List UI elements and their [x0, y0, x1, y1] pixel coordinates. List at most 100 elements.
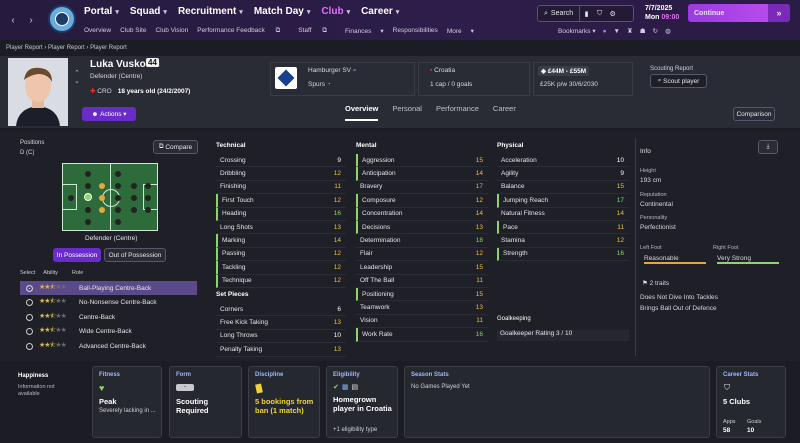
- chat-icon[interactable]: ●: [603, 28, 607, 35]
- submenu-overview[interactable]: Overview: [84, 27, 111, 35]
- attribute-row[interactable]: Technique 12: [216, 274, 346, 288]
- role-row[interactable]: ★★⯪★★ Wide Centre-Back: [20, 325, 197, 339]
- role-radio[interactable]: [26, 284, 33, 292]
- attribute-row[interactable]: Crossing 9: [216, 154, 346, 168]
- crumb-2[interactable]: Player Report: [48, 45, 85, 51]
- attribute-row[interactable]: Tackling 12: [216, 261, 346, 275]
- forward-arrow-icon[interactable]: ›: [24, 10, 38, 30]
- traits-count[interactable]: ⚑ 2 traits: [642, 279, 669, 287]
- crumb-1[interactable]: Player Report: [6, 45, 43, 51]
- attribute-row[interactable]: Aggression 15: [356, 154, 488, 168]
- attribute-row[interactable]: Decisions 13: [356, 221, 488, 235]
- role-radio[interactable]: [26, 299, 33, 306]
- attribute-row[interactable]: Work Rate 16: [356, 328, 488, 342]
- menu-club[interactable]: Club ▾: [321, 6, 350, 17]
- menu-career[interactable]: Career ▾: [361, 6, 399, 17]
- attribute-row[interactable]: Balance 15: [497, 181, 629, 195]
- club-badge-icon[interactable]: [275, 67, 297, 89]
- attribute-row[interactable]: Agility 9: [497, 167, 629, 181]
- role-row[interactable]: ★★⯪★★ No-Nonsense Centre-Back: [20, 296, 197, 310]
- club-logo[interactable]: [48, 5, 76, 33]
- gear-icon[interactable]: ⚙: [606, 10, 619, 18]
- menu-portal[interactable]: Portal ▾: [84, 6, 119, 17]
- compare-button[interactable]: ⧉ Compare: [153, 140, 198, 154]
- attribute-row[interactable]: Dribbling 12: [216, 167, 346, 181]
- attribute-row[interactable]: Positioning 15: [356, 288, 488, 302]
- club-name[interactable]: Hamburger SV ⌕: [308, 67, 356, 75]
- attribute-row[interactable]: Strength 16: [497, 247, 629, 262]
- attribute-row[interactable]: Corners 6: [216, 303, 346, 317]
- submenu-responsibilities[interactable]: Responsibilities: [393, 27, 438, 35]
- attribute-row[interactable]: Anticipation 14: [356, 167, 488, 181]
- attribute-row[interactable]: Off The Ball 11: [356, 275, 488, 288]
- submenu-club-site[interactable]: Club Site: [120, 27, 146, 35]
- submenu-performance-feedback[interactable]: Performance Feedback ⧉: [197, 27, 289, 35]
- nation[interactable]: ▪ Croatia: [430, 67, 455, 74]
- career-stats-card[interactable]: Career Stats ⛉ 5 Clubs Apps Goals 58 10: [716, 366, 786, 438]
- attribute-row[interactable]: Composure 12: [356, 194, 488, 208]
- role-row[interactable]: ★★⯪★★ Advanced Centre-Back: [20, 339, 197, 353]
- submenu-more[interactable]: More ▾: [447, 27, 474, 35]
- submenu-staff[interactable]: Staff ⧉: [298, 27, 336, 35]
- attribute-row[interactable]: Acceleration 10: [497, 154, 629, 168]
- menu-squad[interactable]: Squad ▾: [130, 6, 167, 17]
- submenu-club-vision[interactable]: Club Vision: [155, 27, 188, 35]
- tab-overview[interactable]: Overview: [345, 104, 379, 121]
- eligibility-card[interactable]: Eligibility ✔ ▦ ▤ Homegrown player in Croa…: [326, 366, 398, 438]
- attribute-row[interactable]: Finishing 11: [216, 181, 346, 195]
- attribute-row[interactable]: Long Shots 13: [216, 221, 346, 235]
- role-radio[interactable]: [26, 313, 33, 321]
- tab-career[interactable]: Career: [493, 104, 516, 121]
- attribute-row[interactable]: Bravery 17: [356, 181, 488, 195]
- attribute-row[interactable]: Passing 12: [216, 247, 346, 262]
- submenu-finances[interactable]: Finances ▾: [345, 27, 384, 35]
- attribute-row[interactable]: Free Kick Taking 13: [216, 316, 346, 330]
- attribute-row[interactable]: Leadership 15: [356, 261, 488, 275]
- scout-player-button[interactable]: ⌕ Scout player: [650, 74, 707, 88]
- tab-performance[interactable]: Performance: [436, 104, 479, 121]
- transfer-value[interactable]: ◈ £44M - £55M: [538, 66, 590, 76]
- comparison-button[interactable]: Comparison: [733, 107, 775, 121]
- season-stats-card[interactable]: Season Stats No Games Played Yet: [404, 366, 710, 438]
- attribute-row[interactable]: Natural Fitness 14: [497, 208, 629, 221]
- tab-personal[interactable]: Personal: [392, 104, 422, 121]
- attribute-row[interactable]: Teamwork 13: [356, 301, 488, 315]
- attribute-row[interactable]: Pace 11: [497, 221, 629, 235]
- continue-button[interactable]: Continue »: [688, 4, 790, 22]
- attribute-row[interactable]: Penalty Taking 13: [216, 343, 346, 357]
- role-radio[interactable]: [26, 342, 33, 350]
- form-card[interactable]: Form - Scouting Required: [169, 366, 242, 438]
- attribute-row[interactable]: Stamina 12: [497, 234, 629, 248]
- fitness-card[interactable]: Fitness ♥ Peak Severely lacking in ...: [92, 366, 162, 438]
- role-row[interactable]: ★★⯪★★ Centre-Back: [20, 310, 197, 324]
- attribute-row[interactable]: Marking 14: [216, 234, 346, 248]
- out-of-possession-toggle[interactable]: Out of Possession: [104, 248, 166, 262]
- player-switch-arrows[interactable]: ⌃ ⌄: [74, 70, 80, 86]
- discipline-card[interactable]: Discipline 5 bookings from ban (1 match): [248, 366, 320, 438]
- role-row[interactable]: ★★⯪★★ Ball-Playing Centre-Back: [20, 281, 197, 295]
- attribute-row[interactable]: Flair 12: [356, 248, 488, 262]
- loan-club[interactable]: Spurs ◔: [308, 81, 331, 88]
- globe-icon[interactable]: ◍: [665, 27, 671, 35]
- trophy-icon[interactable]: ♜: [627, 27, 633, 35]
- in-possession-toggle[interactable]: In Possession: [53, 248, 101, 262]
- menu-recruitment[interactable]: Recruitment ▾: [178, 6, 243, 17]
- download-icon[interactable]: ⤓: [758, 140, 778, 154]
- attribute-row[interactable]: First Touch 12: [216, 194, 346, 208]
- attribute-row[interactable]: Vision 11: [356, 315, 488, 329]
- attribute-row[interactable]: Heading 16: [216, 207, 346, 221]
- attribute-row[interactable]: Long Throws 10: [216, 330, 346, 344]
- shield-icon[interactable]: ⛉: [593, 10, 606, 18]
- attribute-row[interactable]: Determination 18: [356, 234, 488, 248]
- role-radio[interactable]: [26, 328, 33, 335]
- bookmarks-dropdown[interactable]: Bookmarks ▾: [558, 27, 596, 35]
- attribute-row[interactable]: Concentration 14: [356, 207, 488, 221]
- fast-forward-icon[interactable]: »: [768, 4, 790, 22]
- menu-match-day[interactable]: Match Day ▾: [254, 6, 311, 17]
- people-icon[interactable]: ☗: [640, 27, 646, 35]
- bookmark-icon[interactable]: ▮: [580, 10, 593, 18]
- search-button[interactable]: ⌕ Search: [538, 6, 581, 21]
- shirt-icon[interactable]: ▼: [614, 28, 620, 35]
- attribute-row[interactable]: Jumping Reach 17: [497, 194, 629, 208]
- actions-button[interactable]: ☻ Actions ▾: [82, 107, 136, 121]
